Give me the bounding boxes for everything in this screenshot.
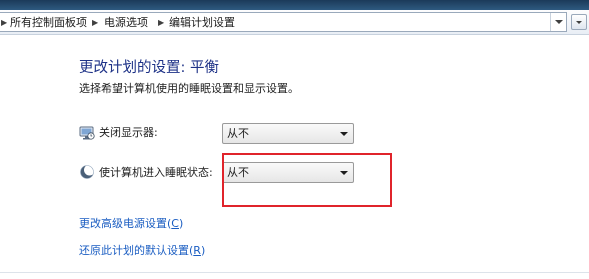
- change-advanced-power-settings-link[interactable]: 更改高级电源设置(C): [79, 217, 183, 231]
- recent-locations-button[interactable]: [571, 14, 587, 30]
- breadcrumb-separator-icon[interactable]: ▶: [1, 16, 7, 29]
- turn-off-display-select[interactable]: 从不: [222, 123, 354, 144]
- breadcrumb-item-power-options[interactable]: 电源选项: [104, 16, 148, 29]
- page-title: 更改计划的设置: 平衡: [79, 60, 219, 76]
- address-history-dropdown-icon[interactable]: [550, 13, 566, 31]
- monitor-icon: [79, 126, 95, 140]
- breadcrumb-separator-icon[interactable]: ▶: [158, 16, 164, 29]
- turn-off-display-value: 从不: [227, 127, 249, 140]
- turn-off-display-label: 关闭显示器:: [99, 126, 158, 139]
- breadcrumb[interactable]: ▶ 所有控制面板项 ▶ 电源选项 ▶ 编辑计划设置: [0, 12, 567, 32]
- page-subtitle: 选择希望计算机使用的睡眠设置和显示设置。: [79, 82, 299, 95]
- address-bar: ▶ 所有控制面板项 ▶ 电源选项 ▶ 编辑计划设置: [0, 10, 589, 35]
- breadcrumb-separator-icon[interactable]: ▶: [92, 16, 98, 29]
- restore-default-settings-link[interactable]: 还原此计划的默认设置(R): [79, 244, 205, 258]
- divider: [0, 272, 589, 273]
- breadcrumb-item-edit-plan-settings[interactable]: 编辑计划设置: [169, 16, 235, 29]
- breadcrumb-item-all-control-panel[interactable]: 所有控制面板项: [10, 16, 87, 29]
- moon-icon: [80, 164, 95, 179]
- highlight-annotation: [222, 153, 392, 207]
- window-frame-top: [0, 0, 589, 10]
- chevron-down-icon: [340, 132, 348, 136]
- sleep-label: 使计算机进入睡眠状态:: [99, 166, 213, 179]
